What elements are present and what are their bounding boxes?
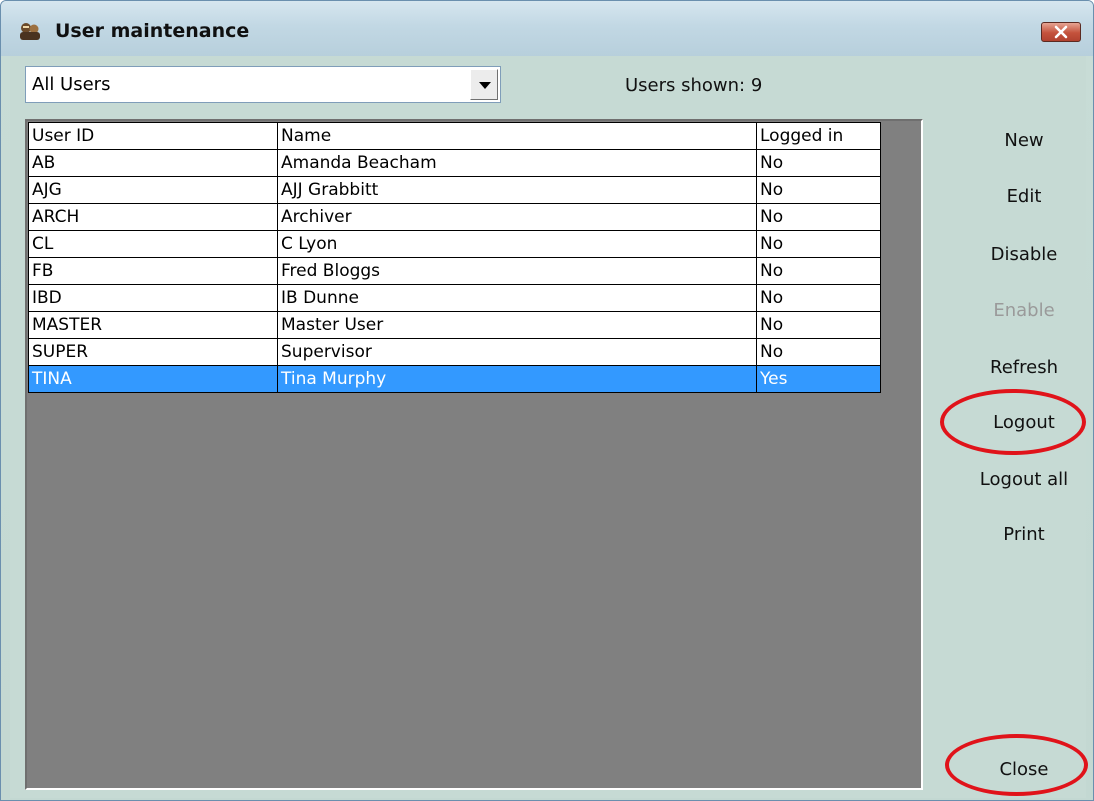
cell-logged-in: Yes bbox=[756, 365, 881, 393]
enable-button: Enable bbox=[993, 300, 1055, 321]
column-header-logged-in[interactable]: Logged in bbox=[756, 122, 881, 150]
table-row[interactable]: AJG AJJ Grabbitt No bbox=[28, 176, 881, 204]
close-x-icon[interactable] bbox=[1041, 22, 1081, 42]
window-title: User maintenance bbox=[55, 20, 250, 42]
cell-logged-in: No bbox=[756, 230, 881, 258]
column-header-name[interactable]: Name bbox=[277, 122, 757, 150]
cell-logged-in: No bbox=[756, 257, 881, 285]
cell-name: AJJ Grabbitt bbox=[277, 176, 757, 204]
app-icon bbox=[20, 23, 40, 40]
cell-user-id: IBD bbox=[28, 284, 278, 312]
cell-name: Amanda Beacham bbox=[277, 149, 757, 177]
cell-name: Archiver bbox=[277, 203, 757, 231]
cell-name: Master User bbox=[277, 311, 757, 339]
table-row[interactable]: AB Amanda Beacham No bbox=[28, 149, 881, 177]
cell-logged-in: No bbox=[756, 176, 881, 204]
cell-user-id: AJG bbox=[28, 176, 278, 204]
table-header-row: User ID Name Logged in bbox=[28, 122, 881, 150]
new-button[interactable]: New bbox=[962, 130, 1086, 151]
logout-highlight-circle bbox=[940, 389, 1086, 455]
cell-name: Fred Bloggs bbox=[277, 257, 757, 285]
cell-name: C Lyon bbox=[277, 230, 757, 258]
cell-name: Supervisor bbox=[277, 338, 757, 366]
table-row[interactable]: CL C Lyon No bbox=[28, 230, 881, 258]
close-highlight-circle bbox=[945, 734, 1088, 796]
user-table: User ID Name Logged in AB Amanda Beacham… bbox=[28, 122, 881, 393]
disable-button[interactable]: Disable bbox=[962, 244, 1086, 265]
dialog-client-area: All Users Users shown: 9 User ID Name Lo… bbox=[10, 56, 1088, 798]
table-row[interactable]: MASTER Master User No bbox=[28, 311, 881, 339]
table-row[interactable]: SUPER Supervisor No bbox=[28, 338, 881, 366]
column-header-user-id[interactable]: User ID bbox=[28, 122, 278, 150]
table-row[interactable]: ARCH Archiver No bbox=[28, 203, 881, 231]
logout-all-button[interactable]: Logout all bbox=[962, 469, 1086, 490]
title-bar[interactable]: User maintenance bbox=[1, 1, 1093, 56]
table-row[interactable]: FB Fred Bloggs No bbox=[28, 257, 881, 285]
cell-user-id: FB bbox=[28, 257, 278, 285]
cell-name: IB Dunne bbox=[277, 284, 757, 312]
print-button[interactable]: Print bbox=[962, 524, 1086, 545]
cell-user-id: MASTER bbox=[28, 311, 278, 339]
cell-user-id: AB bbox=[28, 149, 278, 177]
cell-user-id: CL bbox=[28, 230, 278, 258]
cell-logged-in: No bbox=[756, 284, 881, 312]
cell-user-id: TINA bbox=[28, 365, 278, 393]
cell-name: Tina Murphy bbox=[277, 365, 757, 393]
chevron-down-icon[interactable] bbox=[470, 69, 498, 100]
table-row-selected[interactable]: TINA Tina Murphy Yes bbox=[28, 365, 881, 393]
cell-logged-in: No bbox=[756, 338, 881, 366]
cell-logged-in: No bbox=[756, 311, 881, 339]
user-list[interactable]: User ID Name Logged in AB Amanda Beacham… bbox=[25, 119, 923, 790]
cell-user-id: SUPER bbox=[28, 338, 278, 366]
user-maintenance-window: User maintenance All Users Users shown: … bbox=[0, 0, 1094, 801]
close-x-glyph-icon bbox=[1054, 25, 1068, 39]
users-shown-count: Users shown: 9 bbox=[625, 75, 763, 96]
cell-logged-in: No bbox=[756, 149, 881, 177]
cell-user-id: ARCH bbox=[28, 203, 278, 231]
user-filter-dropdown[interactable]: All Users bbox=[25, 66, 501, 103]
cell-logged-in: No bbox=[756, 203, 881, 231]
table-row[interactable]: IBD IB Dunne No bbox=[28, 284, 881, 312]
refresh-button[interactable]: Refresh bbox=[962, 357, 1086, 378]
edit-button[interactable]: Edit bbox=[962, 186, 1086, 207]
user-filter-value: All Users bbox=[32, 74, 111, 95]
